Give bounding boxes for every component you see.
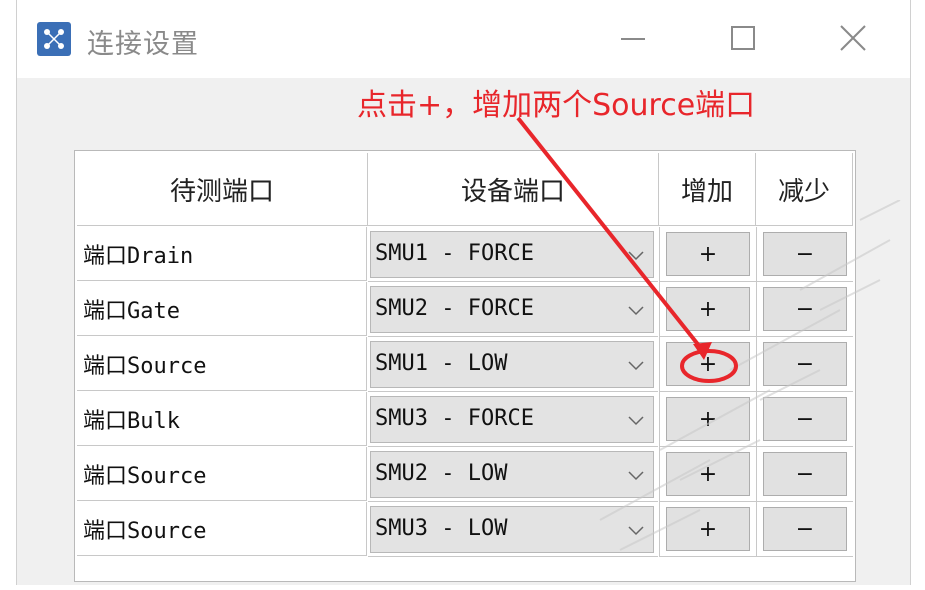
remove-cell: −: [756, 282, 853, 337]
table-row: 端口Drain SMU1 - FORCE + −: [75, 227, 855, 282]
minimize-button[interactable]: [613, 18, 653, 58]
dut-port-label: 端口Source: [77, 447, 367, 501]
table-row: 端口Source SMU2 - LOW + −: [75, 447, 855, 502]
add-cell: +: [659, 337, 756, 392]
remove-cell: −: [756, 447, 853, 502]
chevron-down-icon: [628, 416, 644, 426]
device-port-cell: SMU1 - FORCE: [368, 227, 658, 282]
remove-port-button[interactable]: −: [763, 342, 847, 386]
device-port-select[interactable]: SMU1 - FORCE: [370, 231, 654, 278]
add-port-button[interactable]: +: [666, 232, 750, 276]
remove-cell: −: [756, 337, 853, 392]
remove-port-button[interactable]: −: [763, 507, 847, 551]
device-port-value: SMU2 - LOW: [375, 461, 508, 486]
device-port-select[interactable]: SMU2 - LOW: [370, 451, 654, 498]
window-title: 连接设置: [87, 29, 199, 60]
chevron-down-icon: [628, 471, 644, 481]
dut-port-label: 端口Source: [77, 502, 367, 556]
chevron-down-icon: [628, 526, 644, 536]
add-cell: +: [659, 502, 756, 557]
header-add: 增加: [659, 153, 756, 226]
add-cell: +: [659, 447, 756, 502]
remove-port-button[interactable]: −: [763, 232, 847, 276]
close-icon: [840, 25, 866, 51]
remove-port-button[interactable]: −: [763, 452, 847, 496]
title-bar: 连接设置: [17, 0, 910, 78]
remove-port-button[interactable]: −: [763, 287, 847, 331]
remove-cell: −: [756, 392, 853, 447]
device-port-value: SMU2 - FORCE: [375, 296, 534, 321]
table-row: 端口Source SMU3 - LOW + −: [75, 502, 855, 557]
table-row: 端口Bulk SMU3 - FORCE + −: [75, 392, 855, 447]
device-port-value: SMU3 - LOW: [375, 516, 508, 541]
add-cell: +: [659, 227, 756, 282]
device-port-cell: SMU3 - LOW: [368, 502, 658, 557]
connection-settings-window: 连接设置 点击+，增加两个Source端口 待测端口 设备端口 增加 减少 端口…: [16, 0, 911, 585]
device-port-cell: SMU2 - LOW: [368, 447, 658, 502]
add-port-button[interactable]: +: [666, 507, 750, 551]
device-port-cell: SMU1 - LOW: [368, 337, 658, 392]
network-app-icon: [37, 22, 71, 56]
remove-cell: −: [756, 227, 853, 282]
minimize-icon: [621, 38, 645, 40]
device-port-select[interactable]: SMU1 - LOW: [370, 341, 654, 388]
device-port-select[interactable]: SMU3 - LOW: [370, 506, 654, 553]
device-port-cell: SMU2 - FORCE: [368, 282, 658, 337]
device-port-value: SMU1 - LOW: [375, 351, 508, 376]
add-cell: +: [659, 392, 756, 447]
chevron-down-icon: [628, 361, 644, 371]
device-port-cell: SMU3 - FORCE: [368, 392, 658, 447]
header-device-port: 设备端口: [368, 153, 659, 226]
close-button[interactable]: [833, 18, 873, 58]
add-cell: +: [659, 282, 756, 337]
add-port-button[interactable]: +: [666, 342, 750, 386]
table-row: 端口Gate SMU2 - FORCE + −: [75, 282, 855, 337]
chevron-down-icon: [628, 251, 644, 261]
table-row: 端口Source SMU1 - LOW + −: [75, 337, 855, 392]
dut-port-label: 端口Bulk: [77, 392, 367, 446]
add-port-button[interactable]: +: [666, 287, 750, 331]
header-dut-port: 待测端口: [77, 153, 368, 226]
add-port-button[interactable]: +: [666, 397, 750, 441]
dut-port-label: 端口Gate: [77, 282, 367, 336]
maximize-button[interactable]: [723, 18, 763, 58]
add-port-button[interactable]: +: [666, 452, 750, 496]
port-mapping-table: 待测端口 设备端口 增加 减少 端口Drain SMU1 - FORCE + −…: [74, 150, 856, 582]
device-port-select[interactable]: SMU2 - FORCE: [370, 286, 654, 333]
header-remove: 减少: [756, 153, 853, 226]
remove-port-button[interactable]: −: [763, 397, 847, 441]
remove-cell: −: [756, 502, 853, 557]
maximize-icon: [731, 26, 755, 50]
device-port-value: SMU3 - FORCE: [375, 406, 534, 431]
dut-port-label: 端口Drain: [77, 227, 367, 281]
device-port-value: SMU1 - FORCE: [375, 241, 534, 266]
chevron-down-icon: [628, 306, 644, 316]
dut-port-label: 端口Source: [77, 337, 367, 391]
instruction-annotation: 点击+，增加两个Source端口: [357, 88, 756, 123]
device-port-select[interactable]: SMU3 - FORCE: [370, 396, 654, 443]
